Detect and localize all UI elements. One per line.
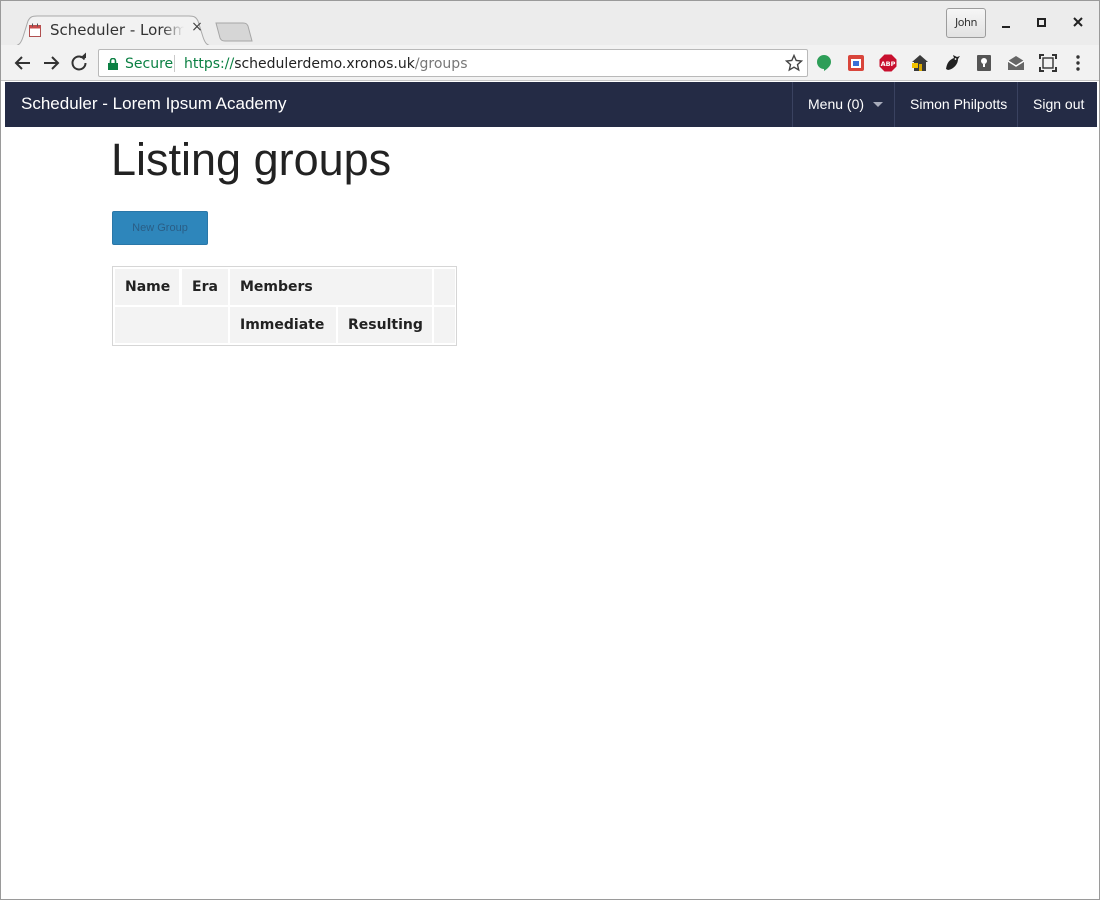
nav-menu-label: Menu (0) [808,96,865,112]
tab-strip: Scheduler - Lorem Ipsum Academy × John [1,1,1099,46]
page-viewport: Scheduler - Lorem Ipsum Academy Menu (0)… [5,82,1097,897]
new-tab-button[interactable] [215,22,253,42]
groups-table: Name Era Members Immediate Resulting [112,266,457,346]
url-text[interactable]: https://schedulerdemo.xronos.uk/groups [184,56,467,72]
profile-button[interactable]: John [946,8,986,38]
nav-user-link[interactable]: Simon Philpotts [894,82,1017,127]
tab-scheduler[interactable]: Scheduler - Lorem Ipsum Academy × [13,15,213,46]
home-extension-icon[interactable] [911,54,929,72]
table-header-name: Name [115,269,179,305]
tab-close-icon[interactable]: × [189,19,205,35]
browser-window: Scheduler - Lorem Ipsum Academy × John [0,0,1100,900]
calendar-extension-icon[interactable] [847,54,865,72]
url-host: schedulerdemo.xronos.uk [234,56,415,72]
browser-menu-icon[interactable] [1071,54,1085,72]
table-header-era-label: Era [192,279,218,295]
browser-toolbar: Secure https://schedulerdemo.xronos.uk/g… [1,45,1099,81]
fullscreen-extension-icon[interactable] [1039,54,1057,72]
page-title: Listing groups [111,134,392,185]
tab-title: Scheduler - Lorem Ipsum Academy [50,21,184,39]
table-header-blank [434,269,455,305]
inbox-extension-icon[interactable] [1007,54,1025,72]
bird-extension-icon[interactable] [943,54,961,72]
caret-down-icon [873,102,884,107]
reload-icon[interactable] [67,51,91,75]
svg-text:ABP: ABP [881,60,896,68]
table-header-blank [434,307,455,343]
table-header-members-label: Members [240,279,313,295]
bookmark-star-icon[interactable] [784,53,804,72]
nav-menu-dropdown[interactable]: Menu (0) [792,82,894,127]
forward-arrow-icon[interactable] [39,51,63,75]
navbar-brand[interactable]: Scheduler - Lorem Ipsum Academy [21,94,287,114]
omnibox-divider [174,55,175,72]
table-header-era: Era [182,269,228,305]
keep-extension-icon[interactable] [975,54,993,72]
secure-label: Secure [125,56,174,72]
adblock-plus-icon[interactable]: ABP [879,54,897,72]
nav-sign-out-link[interactable]: Sign out [1017,82,1097,127]
table-header-resulting-label: Resulting [348,317,423,333]
table-header-name-label: Name [125,279,171,295]
window-close-icon[interactable] [1065,11,1091,35]
url-path: /groups [414,56,468,72]
back-arrow-icon[interactable] [11,51,35,75]
table-header-blank [115,307,228,343]
minimize-icon[interactable] [993,11,1019,35]
nav-sign-out-label: Sign out [1033,96,1085,112]
table-header-resulting: Resulting [338,307,432,343]
url-scheme: https:// [184,56,235,72]
address-bar[interactable]: Secure https://schedulerdemo.xronos.uk/g… [98,49,808,77]
table-header-members: Members [230,269,432,305]
table-header-immediate: Immediate [230,307,336,343]
app-navbar: Scheduler - Lorem Ipsum Academy Menu (0)… [5,82,1097,127]
calendar-favicon-icon [29,23,41,37]
nav-user-label: Simon Philpotts [910,96,1008,112]
table-header-immediate-label: Immediate [240,317,325,333]
new-group-button[interactable]: New Group [112,211,208,245]
hangouts-icon[interactable] [815,54,833,72]
lock-icon [108,57,118,70]
maximize-icon[interactable] [1029,11,1055,35]
